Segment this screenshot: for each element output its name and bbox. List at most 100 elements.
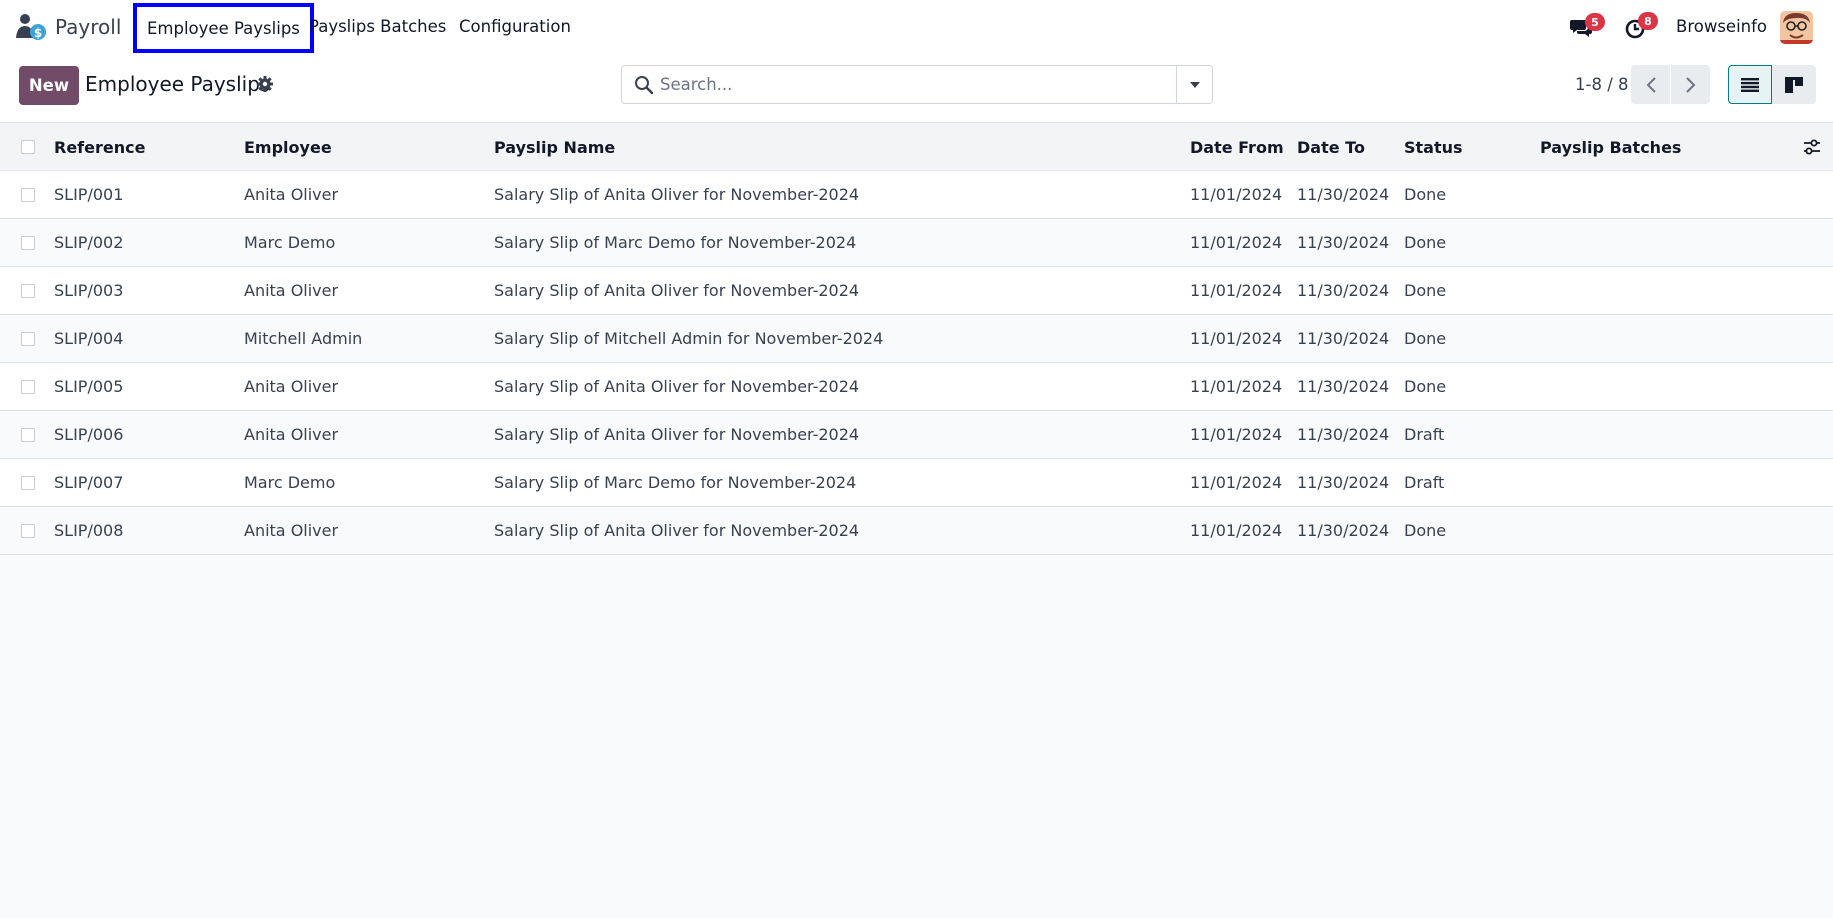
cell-date-to: 11/30/2024 — [1297, 185, 1390, 204]
pager-previous-button[interactable] — [1631, 65, 1670, 104]
sliders-icon[interactable] — [1803, 138, 1821, 156]
cell-employee: Mitchell Admin — [244, 329, 363, 348]
menu-configuration[interactable]: Configuration — [459, 17, 571, 36]
cell-date-from: 11/01/2024 — [1190, 425, 1283, 444]
cell-employee: Anita Oliver — [244, 377, 339, 396]
cell-payslip-name: Salary Slip of Anita Oliver for November… — [494, 185, 860, 204]
cell-employee: Anita Oliver — [244, 281, 339, 300]
row-checkbox[interactable] — [21, 188, 35, 202]
cell-status: Draft — [1404, 473, 1445, 492]
table-row[interactable]: SLIP/008 Anita Oliver Salary Slip of Anita… — [0, 507, 1833, 555]
kanban-view-button[interactable] — [1772, 65, 1816, 104]
row-checkbox[interactable] — [21, 236, 35, 250]
cell-date-from: 11/01/2024 — [1190, 281, 1283, 300]
activities-count-badge: 8 — [1638, 12, 1658, 30]
cell-reference: SLIP/002 — [54, 233, 124, 252]
search-options-toggle[interactable] — [1176, 66, 1212, 103]
cell-date-from: 11/01/2024 — [1190, 521, 1283, 540]
cell-employee: Marc Demo — [244, 233, 336, 252]
menu-employee-payslips-label: Employee Payslips — [147, 18, 300, 38]
row-checkbox[interactable] — [21, 524, 35, 538]
cell-employee: Marc Demo — [244, 473, 336, 492]
table-body: SLIP/001 Anita Oliver Salary Slip of Anita… — [0, 171, 1833, 555]
svg-text:$: $ — [34, 26, 42, 40]
cell-status: Draft — [1404, 425, 1445, 444]
column-header-payslip-batches[interactable]: Payslip Batches — [1540, 138, 1681, 157]
cell-date-from: 11/01/2024 — [1190, 185, 1283, 204]
cell-status: Done — [1404, 233, 1447, 252]
column-header-status[interactable]: Status — [1404, 138, 1463, 157]
cell-payslip-name: Salary Slip of Mitchell Admin for Novemb… — [494, 329, 884, 348]
menu-payslips-batches[interactable]: Payslips Batches — [309, 17, 446, 36]
cell-date-to: 11/30/2024 — [1297, 377, 1390, 396]
cell-status: Done — [1404, 185, 1447, 204]
payroll-logo-icon[interactable]: $ — [14, 12, 48, 42]
cell-status: Done — [1404, 521, 1447, 540]
cell-payslip-name: Salary Slip of Anita Oliver for November… — [494, 377, 860, 396]
list-view-icon — [1741, 77, 1759, 92]
column-header-payslip-name[interactable]: Payslip Name — [494, 138, 615, 157]
table-row[interactable]: SLIP/004 Mitchell Admin Salary Slip of Mit… — [0, 315, 1833, 363]
cell-reference: SLIP/004 — [54, 329, 124, 348]
user-name[interactable]: Browseinfo — [1676, 17, 1767, 36]
cell-reference: SLIP/007 — [54, 473, 124, 492]
top-navbar: $ Payroll Employee Payslips Payslips Bat… — [0, 0, 1833, 55]
app-name[interactable]: Payroll — [55, 15, 121, 39]
table-row[interactable]: SLIP/002 Marc Demo Salary Slip of Marc Dem… — [0, 219, 1833, 267]
cell-payslip-name: Salary Slip of Anita Oliver for November… — [494, 425, 860, 444]
gear-icon[interactable] — [256, 75, 274, 93]
menu-employee-payslips[interactable]: Employee Payslips — [133, 3, 314, 53]
cell-payslip-name: Salary Slip of Marc Demo for November-20… — [494, 233, 857, 252]
cell-employee: Anita Oliver — [244, 425, 339, 444]
page-title: Employee Payslips — [85, 72, 271, 96]
select-all-checkbox[interactable] — [21, 140, 35, 154]
row-checkbox[interactable] — [21, 332, 35, 346]
table-row[interactable]: SLIP/003 Anita Oliver Salary Slip of Anita… — [0, 267, 1833, 315]
column-header-employee[interactable]: Employee — [244, 138, 332, 157]
cell-date-from: 11/01/2024 — [1190, 329, 1283, 348]
pager-value[interactable]: 1-8 / 8 — [1575, 75, 1629, 94]
row-checkbox[interactable] — [21, 284, 35, 298]
cell-date-to: 11/30/2024 — [1297, 233, 1390, 252]
table-header: Reference Employee Payslip Name Date Fro… — [0, 123, 1833, 171]
cell-reference: SLIP/005 — [54, 377, 124, 396]
table-row[interactable]: SLIP/007 Marc Demo Salary Slip of Marc Dem… — [0, 459, 1833, 507]
cell-reference: SLIP/006 — [54, 425, 124, 444]
search-icon — [634, 75, 654, 95]
cell-status: Done — [1404, 377, 1447, 396]
table-row[interactable]: SLIP/005 Anita Oliver Salary Slip of Anita… — [0, 363, 1833, 411]
column-header-reference[interactable]: Reference — [54, 138, 145, 157]
search-input[interactable] — [660, 66, 1160, 103]
cell-payslip-name: Salary Slip of Anita Oliver for November… — [494, 281, 860, 300]
cell-date-to: 11/30/2024 — [1297, 473, 1390, 492]
cell-date-from: 11/01/2024 — [1190, 473, 1283, 492]
cell-date-to: 11/30/2024 — [1297, 425, 1390, 444]
column-header-date-to[interactable]: Date To — [1297, 138, 1365, 157]
cell-payslip-name: Salary Slip of Anita Oliver for November… — [494, 521, 860, 540]
chevron-right-icon — [1685, 76, 1695, 93]
avatar[interactable] — [1780, 11, 1813, 44]
table-row[interactable]: SLIP/001 Anita Oliver Salary Slip of Anita… — [0, 171, 1833, 219]
search-bar — [621, 65, 1213, 104]
row-checkbox[interactable] — [21, 428, 35, 442]
kanban-view-icon — [1785, 76, 1803, 93]
cell-status: Done — [1404, 281, 1447, 300]
payslips-table: Reference Employee Payslip Name Date Fro… — [0, 123, 1833, 555]
chevron-left-icon — [1646, 76, 1656, 93]
pager-next-button[interactable] — [1671, 65, 1710, 104]
cell-reference: SLIP/003 — [54, 281, 124, 300]
cell-payslip-name: Salary Slip of Marc Demo for November-20… — [494, 473, 857, 492]
row-checkbox[interactable] — [21, 380, 35, 394]
cell-date-from: 11/01/2024 — [1190, 233, 1283, 252]
cell-date-to: 11/30/2024 — [1297, 521, 1390, 540]
new-button[interactable]: New — [19, 66, 79, 105]
cell-employee: Anita Oliver — [244, 185, 339, 204]
table-row[interactable]: SLIP/006 Anita Oliver Salary Slip of Anita… — [0, 411, 1833, 459]
list-view-button[interactable] — [1728, 65, 1772, 104]
cell-date-to: 11/30/2024 — [1297, 329, 1390, 348]
cell-reference: SLIP/008 — [54, 521, 124, 540]
column-header-date-from[interactable]: Date From — [1190, 138, 1284, 157]
messages-count-badge: 5 — [1585, 13, 1605, 31]
row-checkbox[interactable] — [21, 476, 35, 490]
cell-date-from: 11/01/2024 — [1190, 377, 1283, 396]
